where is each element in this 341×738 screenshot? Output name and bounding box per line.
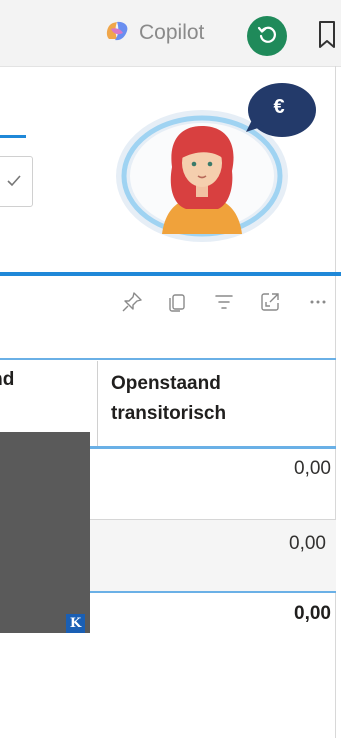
history-icon [255,22,279,51]
bookmark-icon[interactable] [316,20,338,50]
tab-indicator [0,135,26,138]
column-separator [97,361,98,447]
panel-border [335,66,336,738]
top-bar: Copilot [0,0,341,67]
total-value: 0,00 [294,603,331,624]
history-button[interactable] [247,16,287,56]
check-icon [7,175,21,187]
column-header-partial[interactable]: aand [0,369,90,391]
more-icon[interactable] [306,290,330,314]
copy-icon[interactable] [166,290,190,314]
k-badge: K [66,614,85,633]
copilot-icon [103,17,131,50]
table-toolbar [120,288,335,318]
copilot-label: Copilot [139,21,205,44]
table-top-border [0,358,336,360]
section-divider [0,272,341,276]
filter-icon[interactable] [212,290,236,314]
expand-icon[interactable] [258,290,282,314]
euro-symbol: € [273,96,285,118]
column-header-openstaand-transitorisch[interactable]: Openstaand transitorisch [111,369,331,429]
cell-value: 0,00 [294,458,331,479]
copilot-button[interactable]: Copilot [103,18,204,48]
cell-value: 0,00 [289,533,326,554]
dropdown-field[interactable] [0,156,33,207]
pin-icon[interactable] [120,290,144,314]
overlay-panel [0,432,90,633]
